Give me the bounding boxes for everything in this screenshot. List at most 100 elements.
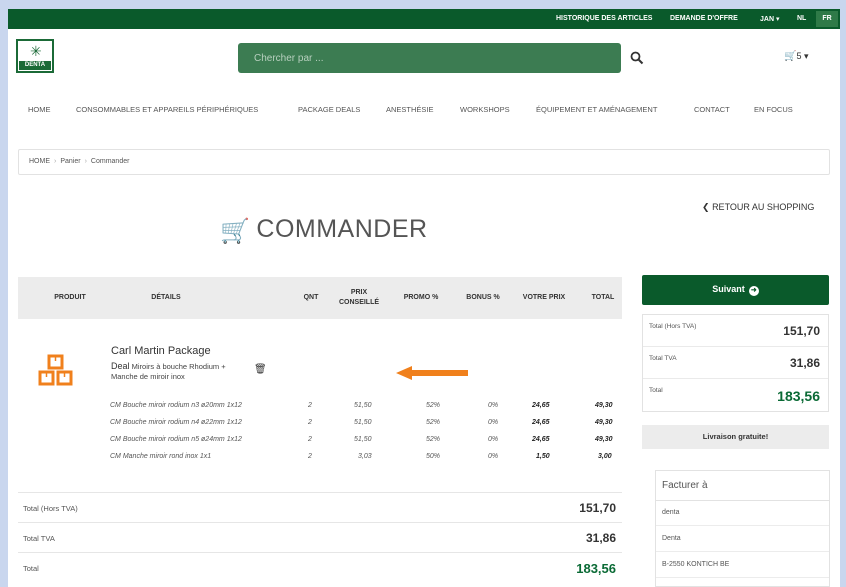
row-bonus: 0% xyxy=(488,453,499,460)
table-row: CM Bouche miroir rodium n3 ø20mm 1x12 2 … xyxy=(18,402,622,414)
chevron-left-icon: ❮ xyxy=(702,202,710,212)
breadcrumb-cart[interactable]: Panier xyxy=(60,158,80,165)
side-value: 31,86 xyxy=(789,356,820,370)
nav-item-workshops[interactable]: WORKSHOPS xyxy=(460,105,510,114)
row-total: 49,30 xyxy=(595,436,613,443)
nav-item-package-deals[interactable]: PACKAGE DEALS xyxy=(298,105,360,114)
col-promo: PROMO % xyxy=(403,294,439,301)
cart-count: 5 xyxy=(796,51,802,61)
row-price: 51,50 xyxy=(354,419,372,426)
summary-vat: Total TVA 31,86 xyxy=(18,522,622,552)
side-vat: Total TVA 31,86 xyxy=(643,347,828,379)
side-total: Total 183,56 xyxy=(643,379,828,411)
col-details: DÉTAILS xyxy=(151,294,181,301)
row-price: 3,03 xyxy=(358,453,372,460)
row-price: 51,50 xyxy=(354,436,372,443)
billing-line: denta xyxy=(656,501,829,526)
table-header: PRODUIT DÉTAILS QNT PRIX CONSEILLÉ PROMO… xyxy=(18,277,622,319)
side-totals-box: Total (Hors TVA) 151,70 Total TVA 31,86 … xyxy=(642,314,829,412)
breadcrumb: HOME › Panier › Commander xyxy=(18,149,830,175)
next-button-label: Suivant xyxy=(712,284,745,294)
logo-star-icon: ✳ xyxy=(30,43,42,59)
nav-item-equipment[interactable]: ÉQUIPEMENT ET AMÉNAGEMENT xyxy=(536,105,657,114)
cart-icon: 🛒 xyxy=(784,51,797,62)
lang-fr-link[interactable]: FR xyxy=(816,11,838,27)
breadcrumb-separator: › xyxy=(84,158,87,165)
user-menu[interactable]: JAN ▾ xyxy=(760,15,779,23)
cart-dropdown[interactable]: 🛒5 ▾ xyxy=(784,51,809,62)
row-qty: 2 xyxy=(308,436,312,443)
row-qty: 2 xyxy=(308,453,312,460)
search-input[interactable] xyxy=(238,43,621,73)
side-value: 151,70 xyxy=(783,324,820,338)
page-title-text: COMMANDER xyxy=(256,215,428,243)
free-delivery-badge: Livraison gratuite! xyxy=(642,425,829,449)
row-total: 49,30 xyxy=(595,419,613,426)
row-your-price: 24,65 xyxy=(532,436,550,443)
col-bonus: BONUS % xyxy=(466,294,500,301)
summary-total: Total 183,56 xyxy=(18,552,622,582)
product-title[interactable]: Carl Martin Package xyxy=(111,345,211,357)
back-link-text: RETOUR AU SHOPPING xyxy=(712,202,815,212)
col-price: PRIX CONSEILLÉ xyxy=(338,289,380,306)
row-name: CM Bouche miroir rodium n3 ø20mm 1x12 xyxy=(110,402,242,409)
side-label: Total xyxy=(649,387,663,394)
side-excl-vat: Total (Hors TVA) 151,70 xyxy=(643,315,828,347)
user-name: JAN xyxy=(760,16,775,23)
nav-item-anesthesia[interactable]: ANESTHÉSIE xyxy=(386,105,434,114)
page-title: 🛒 COMMANDER xyxy=(220,215,428,246)
breadcrumb-current: Commander xyxy=(90,158,130,165)
summary-value: 31,86 xyxy=(585,531,616,545)
row-your-price: 24,65 xyxy=(532,419,550,426)
row-bonus: 0% xyxy=(488,436,499,443)
nav-item-contact[interactable]: CONTACT xyxy=(694,105,730,114)
col-your-price: VOTRE PRIX xyxy=(522,294,566,301)
table-row: CM Bouche miroir rodium n4 ø22mm 1x12 2 … xyxy=(18,419,622,431)
table-row: CM Bouche miroir rodium n5 ø24mm 1x12 2 … xyxy=(18,436,622,448)
cart-title-icon: 🛒 xyxy=(220,218,251,245)
breadcrumb-home[interactable]: HOME xyxy=(29,158,50,165)
billing-title: Facturer à xyxy=(656,471,829,501)
row-promo: 52% xyxy=(426,402,441,409)
main-nav: HOME CONSOMMABLES ET APPAREILS PÉRIPHÉRI… xyxy=(8,105,840,119)
history-link[interactable]: HISTORIQUE DES ARTICLES xyxy=(556,15,652,22)
row-promo: 52% xyxy=(426,419,441,426)
side-value: 183,56 xyxy=(777,388,820,404)
row-qty: 2 xyxy=(308,419,312,426)
summary-label: Total xyxy=(23,564,39,573)
side-label: Total TVA xyxy=(649,355,677,362)
side-label: Total (Hors TVA) xyxy=(649,323,697,330)
arrow-right-icon: ➜ xyxy=(748,286,759,296)
billing-box: Facturer à denta Denta B-2550 KONTICH BE xyxy=(655,470,830,587)
row-bonus: 0% xyxy=(488,419,499,426)
table-row: CM Manche miroir rond inox 1x1 2 3,03 50… xyxy=(18,453,622,465)
summary-label: Total TVA xyxy=(23,534,55,543)
summary-value: 183,56 xyxy=(576,561,616,576)
row-promo: 52% xyxy=(426,436,441,443)
product-deal-label: Deal xyxy=(111,361,130,371)
product-description: Deal Miroirs à bouche Rhodium + Manche d… xyxy=(111,361,251,382)
trash-icon[interactable]: 🗑 xyxy=(254,364,267,375)
row-name: CM Bouche miroir rodium n4 ø22mm 1x12 xyxy=(110,419,242,426)
next-button[interactable]: Suivant ➜ xyxy=(642,275,829,305)
row-bonus: 0% xyxy=(488,402,499,409)
nav-item-consumables[interactable]: CONSOMMABLES ET APPAREILS PÉRIPHÉRIQUES xyxy=(76,105,258,114)
lang-nl-link[interactable]: NL xyxy=(797,15,806,22)
quote-request-link[interactable]: DEMANDE D'OFFRE xyxy=(670,15,738,22)
row-total: 49,30 xyxy=(595,402,613,409)
search-icon[interactable] xyxy=(630,51,644,65)
top-bar: HISTORIQUE DES ARTICLES DEMANDE D'OFFRE … xyxy=(8,9,840,29)
summary-value: 151,70 xyxy=(579,501,616,515)
breadcrumb-separator: › xyxy=(54,158,57,165)
summary-label: Total (Hors TVA) xyxy=(23,504,78,513)
billing-line: B-2550 KONTICH BE xyxy=(656,553,829,578)
row-qty: 2 xyxy=(308,402,312,409)
denta-logo[interactable]: ✳ DENTA xyxy=(16,39,54,73)
col-total: TOTAL xyxy=(591,294,615,301)
row-promo: 50% xyxy=(426,453,441,460)
nav-item-focus[interactable]: EN FOCUS xyxy=(754,105,793,114)
row-name: CM Manche miroir rond inox 1x1 xyxy=(110,453,212,460)
nav-item-home[interactable]: HOME xyxy=(28,105,51,114)
page-frame: HISTORIQUE DES ARTICLES DEMANDE D'OFFRE … xyxy=(8,9,840,587)
back-to-shopping-link[interactable]: ❮ RETOUR AU SHOPPING xyxy=(702,202,814,213)
